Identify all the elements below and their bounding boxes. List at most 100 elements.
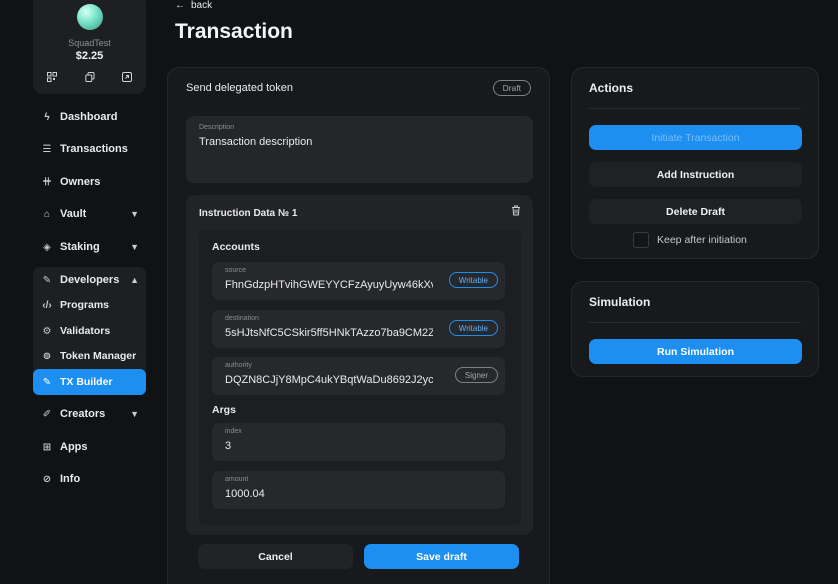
actions-panel: Actions Initiate Transaction Add Instruc…: [571, 67, 819, 259]
sidebar-item-developers[interactable]: ✎ Developers ▲: [33, 267, 146, 293]
tool-icon: ✎: [42, 376, 52, 388]
writable-badge[interactable]: Writable: [448, 320, 498, 336]
transaction-panel: Send delegated token Draft Description T…: [167, 67, 550, 584]
arg-field-index[interactable]: index 3: [212, 423, 505, 461]
actions-title: Actions: [589, 81, 634, 95]
profile-actions: [41, 69, 138, 84]
sidebar-item-apps[interactable]: ⊞ Apps: [33, 434, 146, 460]
add-instruction-button[interactable]: Add Instruction: [589, 162, 802, 187]
profile-card: SquadTest $2.25: [33, 0, 146, 94]
sidebar-item-info[interactable]: ⊘ Info: [33, 466, 146, 492]
sidebar-item-creators[interactable]: ✐ Creators ▼: [33, 401, 146, 427]
accounts-title: Accounts: [212, 241, 260, 253]
bolt-icon: ϟ: [44, 111, 50, 123]
sidebar-item-staking[interactable]: ◈ Staking ▼: [33, 234, 146, 260]
chevron-up-icon: ▲: [130, 275, 139, 285]
external-icon[interactable]: [116, 69, 138, 84]
settings-icon: ⚙: [42, 325, 52, 337]
field-value: FhnGdzpHTvihGWEYYCFzAyuyUyw46kXv: [225, 279, 433, 291]
instruction-data: Accounts source FhnGdzpHTvihGWEYYCFzAyuy…: [199, 230, 521, 525]
sidebar-item-label: Programs: [60, 299, 110, 311]
run-simulation-button[interactable]: Run Simulation: [589, 339, 802, 364]
sidebar-item-label: Apps: [60, 441, 88, 453]
instruction-card: Instruction Data № 1 Accounts source Fhn…: [186, 195, 533, 535]
initiate-transaction-button[interactable]: Initiate Transaction: [589, 125, 802, 150]
sidebar-item-label: Info: [60, 473, 81, 485]
instruction-title: Instruction Data № 1: [199, 208, 298, 219]
back-link[interactable]: ← back: [175, 0, 212, 11]
args-title: Args: [212, 404, 236, 416]
compass-icon: ⊘: [42, 473, 52, 485]
arrow-left-icon: ←: [175, 0, 185, 11]
arg-field-amount[interactable]: amount 1000.04: [212, 471, 505, 509]
sidebar-item-label: Token Manager: [60, 350, 137, 362]
field-value: 3: [225, 440, 232, 452]
layers-icon: ◈: [43, 241, 51, 253]
trash-icon[interactable]: [511, 205, 521, 219]
field-label: destination: [225, 315, 259, 322]
code-icon: ‹/›: [42, 299, 52, 311]
divider: [589, 108, 801, 109]
sidebar-item-validators[interactable]: ⚙ Validators: [33, 318, 146, 344]
delete-draft-button[interactable]: Delete Draft: [589, 199, 802, 224]
coins-icon: ⊚: [42, 350, 52, 362]
keep-after-initiation-checkbox[interactable]: [633, 232, 649, 248]
account-field-authority[interactable]: authority DQZN8CJjY8MpC4ukYBqtWaDu8692J2…: [212, 357, 505, 395]
field-label: amount: [225, 476, 249, 483]
chevron-down-icon: ▼: [130, 409, 139, 419]
field-value: DQZN8CJjY8MpC4ukYBqtWaDu8692J2yc: [225, 374, 433, 386]
sidebar-item-vault[interactable]: ⌂ Vault ▼: [33, 201, 146, 227]
users-icon: ꔠ: [42, 176, 52, 188]
simulation-title: Simulation: [589, 295, 651, 309]
brush-icon: ✐: [42, 408, 52, 420]
grid-icon: ⊞: [42, 441, 52, 453]
sidebar-item-owners[interactable]: ꔠ Owners: [33, 169, 146, 195]
stack-icon: ☰: [42, 143, 52, 155]
account-field-destination[interactable]: destination 5sHJtsNfC5CSkir5ff5HNkTAzzo7…: [212, 310, 505, 348]
field-label: index: [225, 428, 242, 435]
sidebar-item-label: Dashboard: [60, 111, 118, 123]
sidebar-item-programs[interactable]: ‹/› Programs: [33, 292, 146, 318]
cancel-button[interactable]: Cancel: [198, 544, 353, 569]
sidebar-item-token-manager[interactable]: ⊚ Token Manager: [33, 343, 146, 369]
chevron-down-icon: ▼: [130, 209, 139, 219]
field-value: 1000.04: [225, 488, 265, 500]
profile-name: SquadTest: [68, 38, 111, 48]
sidebar-item-label: Vault: [60, 208, 87, 220]
sidebar-item-transactions[interactable]: ☰ Transactions: [33, 136, 146, 162]
sidebar-item-dashboard[interactable]: ϟ Dashboard: [33, 104, 146, 130]
account-field-source[interactable]: source FhnGdzpHTvihGWEYYCFzAyuyUyw46kXv …: [212, 262, 505, 300]
sidebar-item-label: Creators: [60, 408, 106, 420]
copy-icon[interactable]: [79, 69, 101, 84]
simulation-panel: Simulation Run Simulation: [571, 281, 819, 377]
description-value: Transaction description: [199, 136, 313, 148]
profile-balance: $2.25: [75, 50, 104, 62]
chevron-down-icon: ▼: [130, 242, 139, 252]
avatar: [77, 4, 103, 30]
description-field[interactable]: Description Transaction description: [186, 116, 533, 183]
page-title: Transaction: [175, 20, 293, 43]
sidebar-item-label: Staking: [60, 241, 100, 253]
qr-icon[interactable]: [41, 69, 63, 84]
divider: [589, 322, 801, 323]
transaction-name: Send delegated token: [186, 82, 294, 94]
sidebar-item-label: Validators: [60, 325, 111, 337]
sidebar-item-label: TX Builder: [60, 376, 113, 388]
signer-badge[interactable]: Signer: [454, 367, 498, 383]
wrench-icon: ✎: [42, 274, 52, 286]
field-value: 5sHJtsNfC5CSkir5ff5HNkTAzzo7ba9CM2Z5: [225, 327, 433, 339]
save-draft-button[interactable]: Save draft: [364, 544, 519, 569]
keep-after-initiation-label: Keep after initiation: [657, 234, 747, 246]
keep-after-initiation-row[interactable]: Keep after initiation: [633, 232, 747, 248]
bank-icon: ⌂: [43, 208, 51, 220]
sidebar-item-label: Transactions: [60, 143, 128, 155]
status-badge: Draft: [492, 80, 531, 96]
sidebar-item-label: Owners: [60, 176, 101, 188]
sidebar-item-label: Developers: [60, 274, 120, 286]
field-label: source: [225, 267, 247, 274]
writable-badge[interactable]: Writable: [448, 272, 498, 288]
sidebar-item-tx-builder[interactable]: ✎ TX Builder: [33, 369, 146, 395]
field-label: authority: [225, 362, 252, 369]
description-label: Description: [199, 124, 235, 131]
back-label: back: [191, 0, 213, 11]
